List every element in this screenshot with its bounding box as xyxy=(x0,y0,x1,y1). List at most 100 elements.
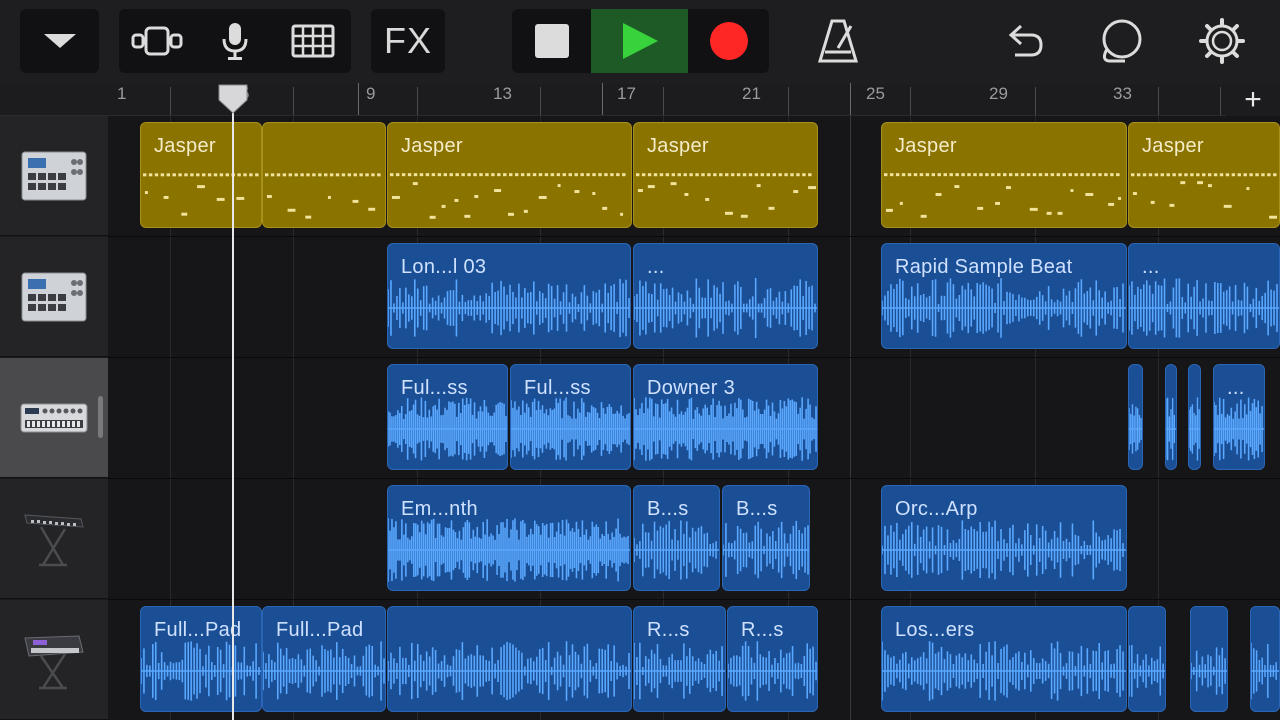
playhead-line xyxy=(232,98,234,720)
transport-group xyxy=(512,9,769,73)
audio-region[interactable] xyxy=(1165,364,1177,470)
audio-region[interactable]: B...s xyxy=(633,485,720,591)
midi-notes xyxy=(142,173,259,216)
ruler-tick xyxy=(663,87,664,115)
region-label: Jasper xyxy=(401,135,463,157)
ruler-section-marker xyxy=(602,83,603,115)
ruler-tick xyxy=(540,87,541,115)
audio-region[interactable]: B...s xyxy=(722,485,810,591)
ruler-tick xyxy=(293,87,294,115)
track-header-3[interactable] xyxy=(0,358,108,478)
midi-region[interactable]: Jasper xyxy=(881,122,1127,228)
track-header-resize-handle[interactable] xyxy=(98,396,103,438)
track-header-4[interactable] xyxy=(0,479,108,599)
garageband-window: FX 1 9 13 17 21 25 29 33 + Jasper Jasper… xyxy=(0,0,1280,720)
loop-browser-button[interactable] xyxy=(1084,9,1160,73)
audio-region[interactable] xyxy=(1250,606,1280,712)
track-divider xyxy=(108,236,1280,237)
ruler-tick xyxy=(1158,87,1159,115)
timeline-ruler[interactable]: 159131721252933 xyxy=(108,83,1280,116)
waveform xyxy=(882,278,1126,338)
play-button[interactable] xyxy=(591,9,688,73)
waveform xyxy=(511,397,630,461)
waveform xyxy=(1191,647,1227,695)
view-tools-group xyxy=(119,9,351,73)
add-section-button[interactable]: + xyxy=(1226,83,1280,116)
audio-region[interactable]: Lon...l 03 xyxy=(387,243,631,349)
audio-region[interactable]: Full...Pad xyxy=(140,606,262,712)
audio-region[interactable]: ... xyxy=(1213,364,1265,470)
audio-region[interactable]: Ful...ss xyxy=(510,364,631,470)
waveform xyxy=(1251,642,1279,700)
track-header-1[interactable] xyxy=(0,116,108,236)
audio-region[interactable]: Downer 3 xyxy=(633,364,818,470)
ruler-corner xyxy=(0,84,108,116)
waveform xyxy=(388,518,630,582)
audio-region[interactable]: R...s xyxy=(633,606,726,712)
midi-notes xyxy=(635,173,817,218)
region-label: Jasper xyxy=(154,135,216,157)
audio-region[interactable]: Orc...Arp xyxy=(881,485,1127,591)
audio-region[interactable] xyxy=(1128,606,1166,712)
tracks-area[interactable]: Jasper Jasper Jasper Jasper Jasper Lon...l 03… xyxy=(108,116,1280,720)
tracks-view-button[interactable] xyxy=(119,9,195,73)
ruler-bar-number: 1 xyxy=(117,84,127,103)
audio-region[interactable]: Full...Pad xyxy=(262,606,386,712)
playhead-handle[interactable] xyxy=(218,84,248,114)
audio-region[interactable]: R...s xyxy=(727,606,818,712)
waveform xyxy=(634,397,817,461)
undo-button[interactable] xyxy=(986,9,1062,73)
midi-region[interactable]: Jasper xyxy=(140,122,262,228)
waveform xyxy=(882,641,1126,701)
audio-region[interactable]: Em...nth xyxy=(387,485,631,591)
waveform xyxy=(1129,645,1165,697)
audio-region[interactable]: ... xyxy=(633,243,818,349)
track-controls-button[interactable] xyxy=(275,9,351,73)
midi-region[interactable]: Jasper xyxy=(387,122,632,228)
fx-button[interactable]: FX xyxy=(371,9,445,73)
audio-region[interactable] xyxy=(1188,364,1201,470)
audio-region[interactable]: Ful...ss xyxy=(387,364,508,470)
midi-region[interactable]: Jasper xyxy=(633,122,818,228)
track-header-2[interactable] xyxy=(0,237,108,357)
ruler-section-marker xyxy=(358,83,359,115)
stop-button[interactable] xyxy=(512,9,591,73)
ruler-tick xyxy=(1220,87,1221,115)
audio-region[interactable] xyxy=(1190,606,1228,712)
synth-keyboard-icon xyxy=(24,634,84,689)
audio-region[interactable]: ... xyxy=(1128,243,1280,349)
ruler-tick xyxy=(417,87,418,115)
waveform xyxy=(388,641,631,701)
waveform xyxy=(1214,397,1264,461)
region-label: Jasper xyxy=(647,135,709,157)
drum-machine-icon xyxy=(21,272,87,321)
midi-notes xyxy=(389,173,626,219)
metronome-button[interactable] xyxy=(800,9,876,73)
waveform xyxy=(1166,397,1176,461)
browser-button[interactable] xyxy=(197,9,273,73)
my-songs-button[interactable] xyxy=(20,9,99,73)
tracks-view-icon xyxy=(131,26,183,56)
ruler-bar-number: 33 xyxy=(1113,84,1132,103)
record-button[interactable] xyxy=(688,9,769,73)
ruler-bar-number: 25 xyxy=(866,84,885,103)
audio-region[interactable] xyxy=(1128,364,1143,470)
synth-module-icon xyxy=(20,403,88,432)
audio-region[interactable]: Los...ers xyxy=(881,606,1127,712)
audio-region[interactable]: Rapid Sample Beat xyxy=(881,243,1127,349)
ruler-tick xyxy=(788,87,789,115)
waveform xyxy=(388,397,507,461)
waveform xyxy=(728,641,817,701)
waveform xyxy=(141,641,261,701)
settings-button[interactable] xyxy=(1184,9,1260,73)
midi-region[interactable]: Jasper xyxy=(1128,122,1280,228)
waveform xyxy=(634,520,719,580)
waveform xyxy=(263,641,385,701)
ruler-bar-number: 17 xyxy=(617,84,636,103)
ruler-tick xyxy=(910,87,911,115)
metronome-icon xyxy=(817,19,859,63)
track-header-5[interactable] xyxy=(0,600,108,720)
audio-region[interactable] xyxy=(387,606,632,712)
section-line xyxy=(850,116,851,720)
midi-region[interactable] xyxy=(262,122,386,228)
